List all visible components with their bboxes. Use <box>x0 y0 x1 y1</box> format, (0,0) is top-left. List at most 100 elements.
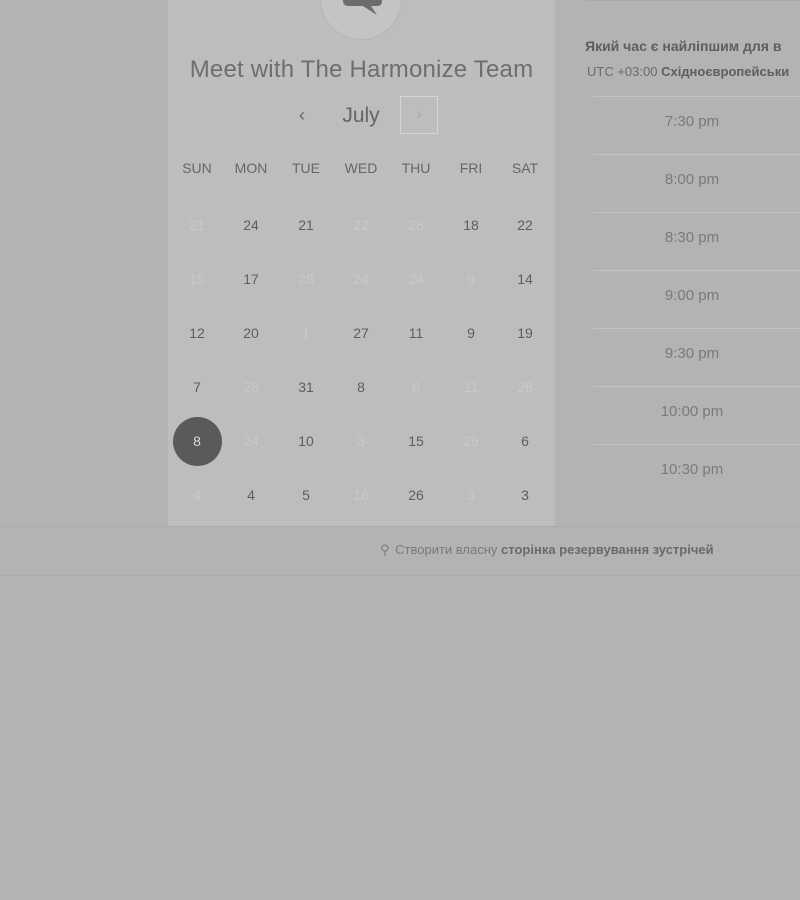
calendar-day[interactable]: 9 <box>444 306 498 360</box>
time-slot-button[interactable]: 8:00 pm <box>593 154 800 203</box>
page-title: Meet with The Harmonize Team <box>189 56 534 83</box>
day-number: 6 <box>412 379 420 395</box>
calendar-day[interactable]: 24 <box>224 198 278 252</box>
day-number: 3 <box>521 487 529 503</box>
chevron-right-icon: › <box>416 106 422 123</box>
calendar-day[interactable]: 7 <box>170 360 224 414</box>
day-number: 28 <box>243 379 259 395</box>
day-number: 26 <box>517 379 533 395</box>
day-number: 8 <box>357 379 365 395</box>
calendar-day[interactable]: 22 <box>498 198 552 252</box>
month-label: July <box>342 104 380 127</box>
time-slot-button[interactable]: 10:00 pm <box>593 386 800 435</box>
calendar-day[interactable]: 11 <box>389 306 443 360</box>
calendar-day: 16 <box>334 468 388 522</box>
weekday-wed: WED <box>344 160 378 176</box>
day-number: 31 <box>298 379 314 395</box>
calendar-day[interactable]: 27 <box>334 306 388 360</box>
calendar-day[interactable]: 6 <box>498 414 552 468</box>
day-number: 8 <box>172 417 222 466</box>
calendar-day[interactable]: 15 <box>389 414 443 468</box>
day-number: 24 <box>408 271 424 287</box>
timezone-offset: UTC +03:00 <box>587 64 658 79</box>
day-number: 9 <box>467 325 475 341</box>
calendar-day[interactable]: 31 <box>279 360 333 414</box>
time-slot-column: Який час є найліпшим для в UTC +03:00 Сх… <box>585 0 800 520</box>
calendar-day: 4 <box>170 468 224 522</box>
weekday-header: SUN MON TUE WED THU FRI SAT <box>168 160 555 182</box>
previous-month-button[interactable]: ‹ <box>286 96 318 136</box>
day-number: 26 <box>408 487 424 503</box>
calendar-day: 28 <box>279 252 333 306</box>
day-number: 22 <box>517 217 533 233</box>
day-number: 22 <box>353 217 369 233</box>
calendar-day: 15 <box>170 252 224 306</box>
calendar-day[interactable]: 4 <box>224 468 278 522</box>
calendar-day[interactable]: 3 <box>498 468 552 522</box>
time-slot-button[interactable]: 9:00 pm <box>593 270 800 319</box>
time-slot-button[interactable]: 10:30 pm <box>593 444 800 493</box>
chevron-left-icon: ‹ <box>299 105 305 125</box>
day-number: 18 <box>463 217 479 233</box>
calendar-day[interactable]: 20 <box>224 306 278 360</box>
timezone-name: Східноєвропейськи <box>661 64 790 79</box>
calendar-day: 3 <box>334 414 388 468</box>
day-number: 15 <box>408 433 424 449</box>
day-number: 3 <box>467 487 475 503</box>
day-number: 19 <box>517 325 533 341</box>
time-slot-button[interactable]: 7:30 pm <box>593 96 800 145</box>
calendar-day: 9 <box>444 252 498 306</box>
calendar-grid: 21 24 21 22 28 18 22 15 17 28 24 24 9 14 12 20 1 27 11 9 19 7… <box>168 198 555 522</box>
timezone-label: UTC +03:00 Східноєвропейськи <box>587 64 800 79</box>
weekday-tue: TUE <box>292 160 320 176</box>
calendar-day[interactable]: 17 <box>224 252 278 306</box>
calendar-day[interactable]: 21 <box>279 198 333 252</box>
calendar-day[interactable]: 26 <box>389 468 443 522</box>
calendar-day: 22 <box>334 198 388 252</box>
selected-day[interactable]: 8 <box>170 414 224 468</box>
calendar-day[interactable]: 10 <box>279 414 333 468</box>
day-number: 21 <box>189 217 205 233</box>
footer: ⚲ Створити власну сторінка резервування … <box>0 526 800 576</box>
day-number: 29 <box>463 433 479 449</box>
weekday-sat: SAT <box>511 160 539 176</box>
weekday-fri: FRI <box>459 160 483 176</box>
time-slot-button[interactable]: 8:30 pm <box>593 212 800 261</box>
day-number: 24 <box>243 217 259 233</box>
day-number: 6 <box>521 433 529 449</box>
day-number: 28 <box>408 217 424 233</box>
footer-link-bold: сторінка резервування зустрічей <box>501 542 714 557</box>
day-number: 20 <box>243 325 259 341</box>
day-number: 11 <box>408 325 424 341</box>
weekday-sun: SUN <box>182 160 212 176</box>
calendar-day[interactable]: 14 <box>498 252 552 306</box>
day-number: 17 <box>243 271 259 287</box>
calendar-day[interactable]: 5 <box>279 468 333 522</box>
day-number: 12 <box>189 325 205 341</box>
calendar-day[interactable]: 18 <box>444 198 498 252</box>
calendar-day: 24 <box>334 252 388 306</box>
next-month-button[interactable]: › <box>400 96 438 134</box>
day-number: 1 <box>302 325 310 341</box>
create-booking-page-link[interactable]: ⚲ Створити власну сторінка резервування … <box>380 527 714 575</box>
calendar-day[interactable]: 8 <box>334 360 388 414</box>
day-number: 21 <box>298 217 314 233</box>
day-number: 9 <box>467 271 475 287</box>
sprocket-icon: ⚲ <box>380 542 390 557</box>
day-number: 5 <box>302 487 310 503</box>
day-number: 24 <box>353 271 369 287</box>
day-number: 15 <box>189 271 205 287</box>
day-number: 14 <box>517 271 533 287</box>
day-number: 16 <box>353 487 369 503</box>
calendar-day: 6 <box>389 360 443 414</box>
day-number: 28 <box>298 271 314 287</box>
booking-page: Meet with The Harmonize Team ‹ July › SU… <box>0 0 800 900</box>
calendar-day: 28 <box>389 198 443 252</box>
time-slot-button[interactable]: 9:30 pm <box>593 328 800 377</box>
calendar-day: 28 <box>224 360 278 414</box>
calendar-day[interactable]: 19 <box>498 306 552 360</box>
calendar-day[interactable]: 12 <box>170 306 224 360</box>
footer-link-prefix: Створити власну <box>395 542 498 557</box>
calendar-day: 24 <box>224 414 278 468</box>
day-number: 10 <box>298 433 314 449</box>
